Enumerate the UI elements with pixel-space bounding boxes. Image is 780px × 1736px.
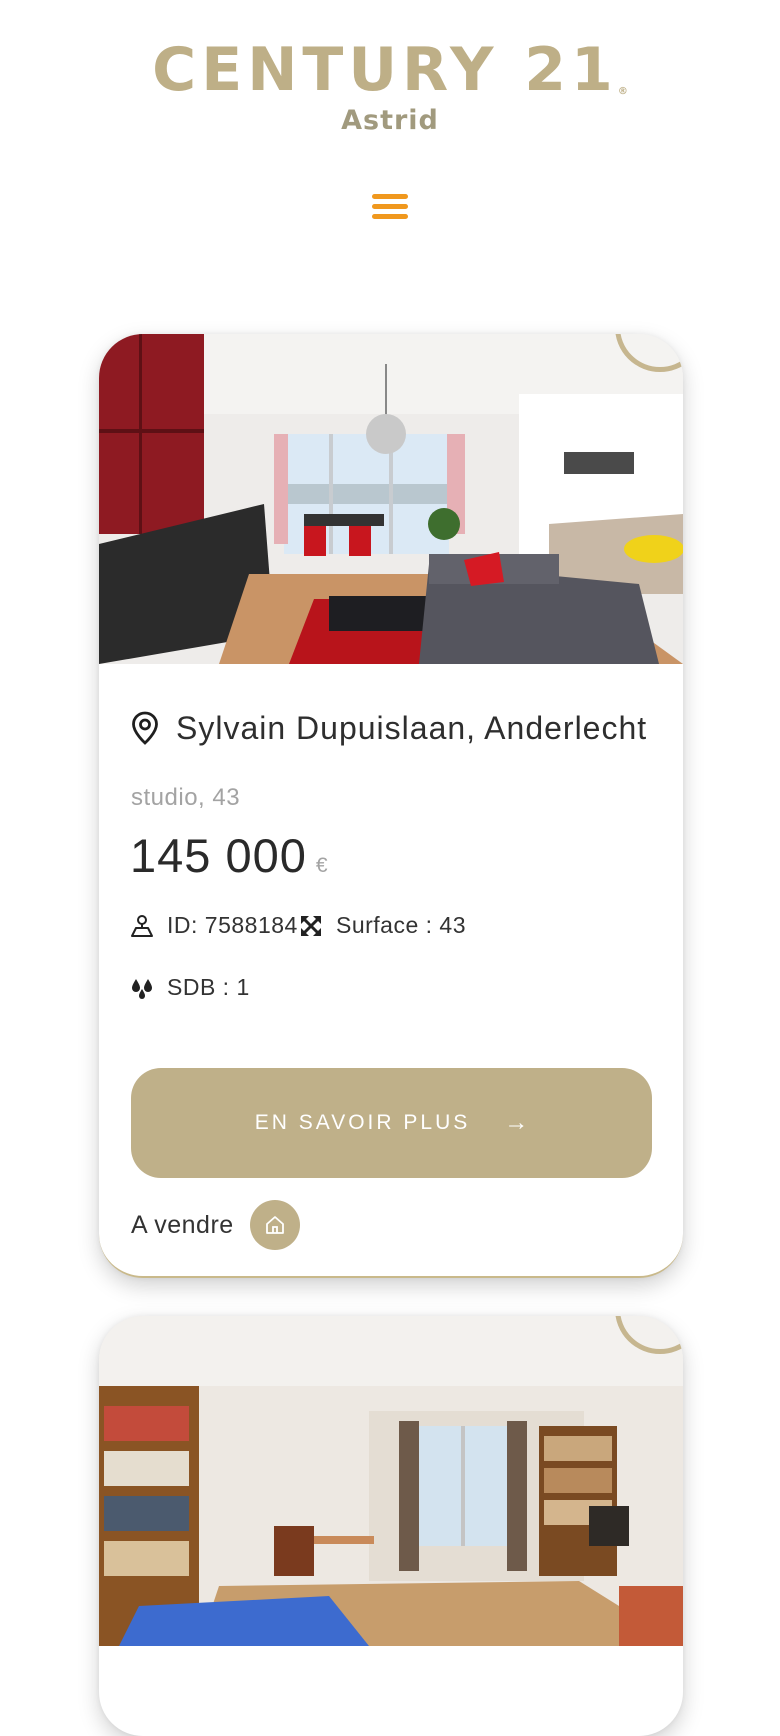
property-card[interactable] <box>99 1316 683 1736</box>
property-type: studio, 43 <box>131 784 241 811</box>
property-surface: Surface : 43 <box>299 912 466 939</box>
brand-logo[interactable]: CENTURY 21® <box>0 34 780 106</box>
location-pin-icon <box>132 711 158 745</box>
property-surface-text: Surface : 43 <box>336 912 467 938</box>
listing-status: A vendre <box>131 1200 300 1250</box>
property-address: Sylvain Dupuislaan, Anderlecht <box>176 709 648 746</box>
property-id: ID: 7588184 <box>130 912 298 939</box>
property-bathrooms-text: SDB : 1 <box>167 974 250 1000</box>
map-person-icon <box>131 914 153 937</box>
address-row: Sylvain Dupuislaan, Anderlecht <box>130 708 647 748</box>
learn-more-button[interactable]: EN SAVOIR PLUS → <box>131 1068 652 1178</box>
water-drops-icon <box>132 978 152 999</box>
price-row: 145 000 € <box>130 828 328 883</box>
property-card[interactable]: Sylvain Dupuislaan, Anderlecht studio, 4… <box>99 334 683 1278</box>
hamburger-menu-icon[interactable] <box>372 192 408 222</box>
brand-agency-name: Astrid <box>341 105 439 136</box>
site-header: CENTURY 21® Astrid <box>0 0 780 300</box>
price-currency: € <box>315 854 328 877</box>
status-label: A vendre <box>131 1210 234 1239</box>
expand-arrows-icon <box>301 915 321 936</box>
arrow-right-icon: → <box>504 1109 529 1136</box>
property-price: 145 000 <box>130 829 307 882</box>
property-photo[interactable] <box>99 334 683 664</box>
property-bathrooms: SDB : 1 <box>130 974 250 1001</box>
property-id-text: ID: 7588184 <box>167 912 298 938</box>
home-icon <box>249 1200 300 1250</box>
property-photo[interactable] <box>99 1316 683 1646</box>
learn-more-label: EN SAVOIR PLUS <box>254 1111 471 1134</box>
